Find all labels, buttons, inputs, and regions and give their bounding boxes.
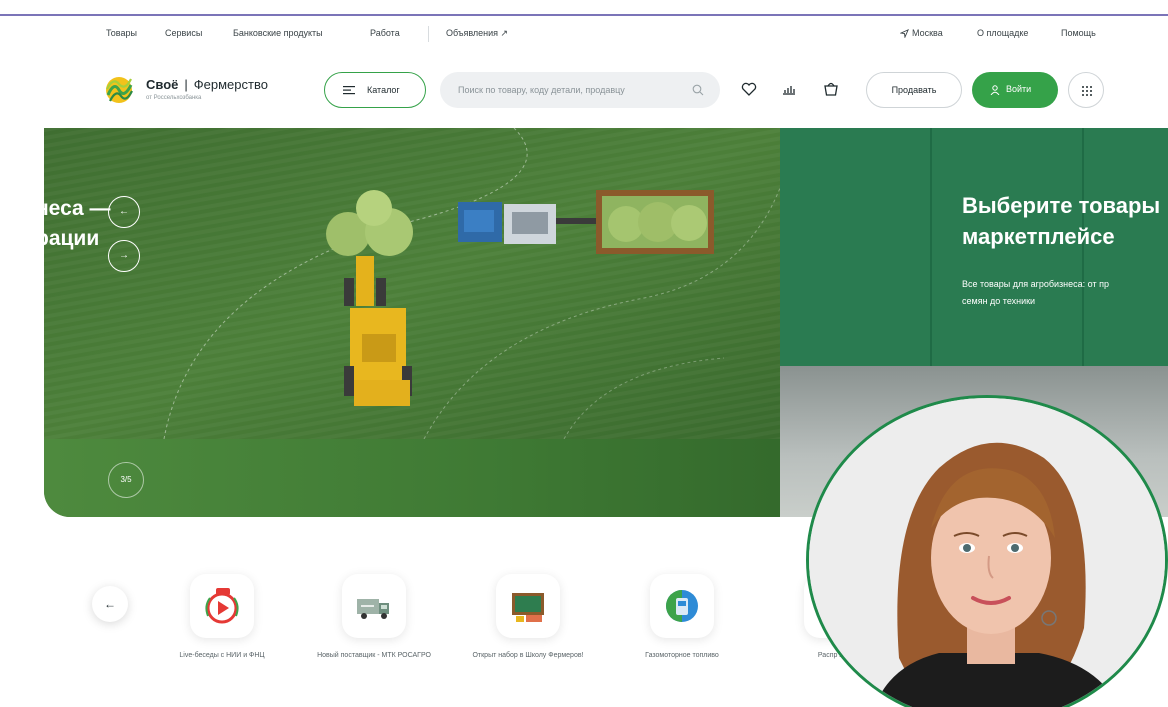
- search-icon[interactable]: [692, 84, 704, 96]
- slide-counter: 3/5: [108, 462, 144, 498]
- chalkboard-icon: [512, 593, 544, 622]
- delivery-truck-icon: [357, 599, 389, 619]
- grid-dots-icon: [1082, 86, 1092, 96]
- user-icon: [990, 85, 1000, 95]
- apps-menu-button[interactable]: [1068, 72, 1104, 108]
- field-photo: [44, 128, 780, 439]
- story-thumbnail[interactable]: [496, 574, 560, 638]
- hero-title: неса — рации: [44, 194, 111, 254]
- topnav-link-help[interactable]: Помощь: [1061, 28, 1096, 38]
- location-arrow-icon: [900, 29, 909, 38]
- sell-button[interactable]: Продавать: [866, 72, 962, 108]
- topnav-link-jobs[interactable]: Работа: [370, 28, 400, 38]
- story-thumbnail[interactable]: [190, 574, 254, 638]
- menu-icon: [343, 86, 355, 95]
- fuel-icon: [666, 590, 698, 622]
- hero-title-line1: неса —: [44, 197, 111, 220]
- hero-title-line2: рации: [44, 227, 100, 250]
- story-caption: Новый поставщик - МТК РОСАГРО: [317, 652, 431, 659]
- live-video-icon: [205, 588, 239, 624]
- warehouse-panel: [780, 128, 930, 368]
- marketplace-subtitle-line2: семян до техники: [962, 296, 1036, 306]
- marketplace-title-line1: Выберите товары: [962, 193, 1161, 218]
- topnav-divider: [428, 26, 429, 42]
- logo-sun-icon[interactable]: [104, 75, 134, 105]
- presenter-portrait: [809, 398, 1165, 707]
- cart-basket-icon[interactable]: [822, 80, 840, 98]
- marketplace-subtitle-line1: Все товары для агробизнеса: от пр: [962, 279, 1109, 289]
- story-caption: Газомоторное топливо: [645, 652, 719, 659]
- main-header: Своё | Фермерство от Россельхозбанка Катал…: [0, 52, 1168, 128]
- favorites-heart-icon[interactable]: [740, 80, 758, 98]
- hero-next-button[interactable]: →: [108, 240, 140, 272]
- catalog-button[interactable]: Каталог: [324, 72, 426, 108]
- topnav-city[interactable]: Москва: [912, 28, 943, 38]
- hero-prev-button[interactable]: ←: [108, 196, 140, 228]
- search-input[interactable]: [458, 72, 688, 108]
- marketplace-title-line2: маркетплейсе: [962, 224, 1115, 249]
- marketplace-subtitle: Все товары для агробизнеса: от пр семян …: [962, 276, 1109, 310]
- story-caption: Live-беседы с НИИ и ФНЦ: [179, 652, 265, 659]
- hero-bottom-strip: [44, 439, 780, 517]
- topnav-link-bank-products[interactable]: Банковские продукты: [233, 28, 323, 38]
- topnav-link-ads[interactable]: Объявления ↗: [446, 28, 508, 39]
- stories-prev-button[interactable]: ←: [92, 586, 128, 622]
- logo-subtitle: от Россельхозбанка: [146, 95, 202, 101]
- topnav-link-products[interactable]: Товары: [106, 28, 137, 38]
- topnav-link-services[interactable]: Сервисы: [165, 28, 202, 38]
- logo-product: Фермерство: [193, 77, 268, 92]
- marketplace-title: Выберите товары маркетплейсе: [962, 190, 1160, 252]
- logo-wordmark[interactable]: Своё | Фермерство: [146, 77, 268, 92]
- logo-name: Своё: [146, 77, 179, 92]
- top-navigation: Товары Сервисы Банковские продукты Работ…: [0, 16, 1168, 52]
- catalog-label: Каталог: [367, 85, 400, 95]
- login-button[interactable]: Войти: [972, 72, 1058, 108]
- story-thumbnail[interactable]: [342, 574, 406, 638]
- topnav-link-about[interactable]: О площадке: [977, 28, 1028, 38]
- compare-chart-icon[interactable]: [780, 80, 798, 98]
- story-caption: Открыт набор в Школу Фермеров!: [472, 652, 584, 659]
- presenter-avatar: [806, 395, 1168, 707]
- search-box: [440, 72, 720, 108]
- login-label: Войти: [1006, 84, 1032, 94]
- hero-banner[interactable]: неса — рации е ← → 3/5: [44, 128, 780, 517]
- story-thumbnail[interactable]: [650, 574, 714, 638]
